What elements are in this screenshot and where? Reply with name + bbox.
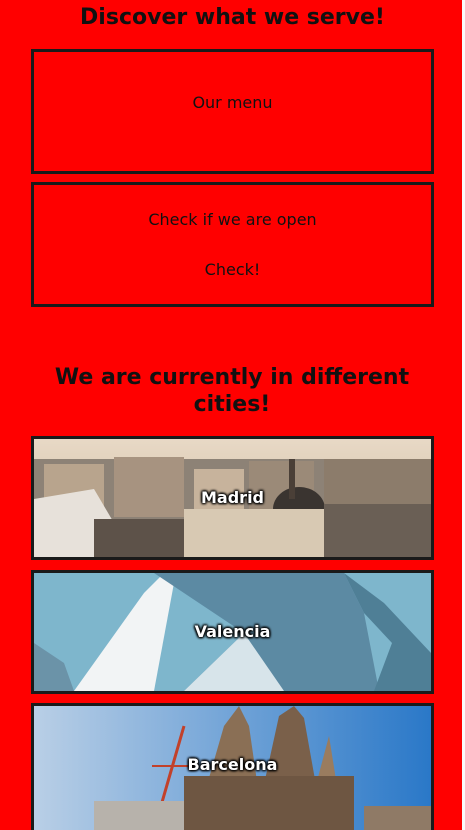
serve-section-title: Discover what we serve!: [80, 5, 385, 30]
city-card-madrid[interactable]: Madrid: [31, 436, 434, 560]
opening-status-card: Check if we are open Check!: [31, 182, 434, 307]
open-status-prompt: Check if we are open: [148, 210, 317, 229]
our-menu-link[interactable]: Our menu: [34, 93, 431, 112]
city-label-madrid: Madrid: [201, 488, 264, 507]
city-card-barcelona[interactable]: Barcelona: [31, 703, 434, 830]
our-menu-card[interactable]: Our menu: [31, 49, 434, 174]
city-label-barcelona: Barcelona: [187, 755, 278, 774]
check-open-button[interactable]: Check!: [194, 260, 271, 279]
cities-section-title: We are currently in different cities!: [54, 365, 410, 417]
city-label-valencia: Valencia: [194, 622, 271, 641]
city-card-valencia[interactable]: Valencia: [31, 570, 434, 694]
